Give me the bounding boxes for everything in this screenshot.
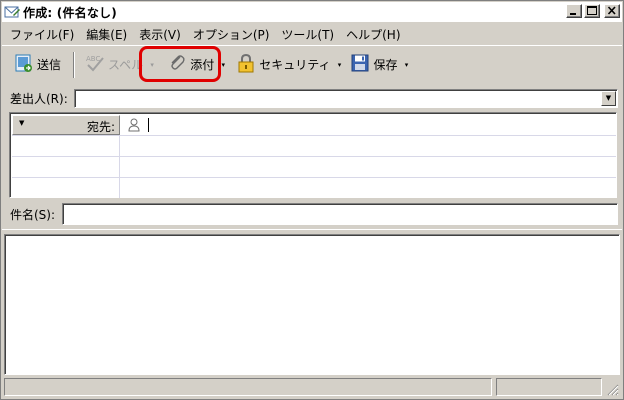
menu-edit[interactable]: 編集(E) [80,24,133,45]
menu-bar: ファイル(F) 編集(E) 表示(V) オプション(P) ツール(T) ヘルプ(… [2,24,622,44]
title-bar[interactable]: 作成: (件名なし) [2,2,622,22]
subject-input[interactable] [62,203,618,225]
minimize-button[interactable] [566,4,582,18]
status-text-pane [4,378,492,396]
maximize-icon [587,6,597,15]
header-body-splitter[interactable] [2,229,622,233]
attach-label: 添付 [190,58,215,72]
recipient-type-cell [12,178,120,198]
menu-file[interactable]: ファイル(F) [6,24,80,45]
maximize-button[interactable] [584,4,600,18]
chevron-down-icon: ▼ [19,119,25,127]
attach-button[interactable]: 添付 [163,50,218,80]
recipient-row: ▼ 宛先: [12,115,616,136]
minimize-icon [570,13,576,15]
from-select[interactable]: ▼ [74,89,618,108]
recipient-type-select[interactable]: ▼ 宛先: [12,115,120,135]
from-dropdown-button[interactable]: ▼ [601,91,616,106]
person-icon [128,118,140,132]
compose-window: 作成: (件名なし) ファイル(F) 編集(E) 表示(V) オプション(P) … [0,0,624,400]
save-label: 保存 [373,58,398,72]
floppy-disk-icon [350,53,370,76]
recipient-row[interactable] [12,157,616,178]
chevron-down-icon: ▼ [605,94,612,102]
menu-view[interactable]: 表示(V) [133,24,187,45]
recipient-input[interactable] [124,115,616,135]
compose-toolbar: 送信 ABC スペル ▾ 添付 ▾ セキュリティ ▾ 保存 ▾ [2,45,622,83]
security-label: セキュリティ [259,58,331,72]
paperclip-icon [167,53,187,76]
security-dropdown[interactable]: ▾ [334,50,344,80]
resize-grip-icon[interactable] [607,384,619,396]
spell-dropdown[interactable]: ▾ [147,50,157,80]
save-button[interactable]: 保存 [346,50,401,80]
recipient-row[interactable] [12,178,616,199]
from-label: 差出人(R): [10,91,68,106]
message-body-editor[interactable] [4,234,620,375]
security-button[interactable]: セキュリティ [232,50,334,80]
recipient-type-label: 宛先: [86,120,115,134]
recipient-table: ▼ 宛先: [9,112,617,198]
spell-check-icon: ABC [85,53,105,76]
subject-row: 件名(S): [2,202,622,226]
send-icon [14,53,34,76]
toolbar-separator [73,51,76,78]
attach-dropdown[interactable]: ▾ [218,50,228,80]
text-caret [148,118,149,132]
recipient-type-cell [12,136,120,156]
spell-label: スペル [108,58,144,72]
from-row: 差出人(R): ▼ [2,87,622,109]
menu-help[interactable]: ヘルプ(H) [340,24,406,45]
send-button[interactable]: 送信 [10,50,65,80]
padlock-icon [236,53,256,76]
subject-label: 件名(S): [10,207,56,222]
status-progress-pane [496,378,602,396]
recipient-row[interactable] [12,136,616,157]
window-title: 作成: (件名なし) [23,5,117,20]
save-dropdown[interactable]: ▾ [402,50,412,80]
status-bar [4,377,620,397]
spell-button[interactable]: ABC スペル [81,50,147,80]
send-label: 送信 [37,58,62,72]
compose-app-icon [4,4,20,20]
close-button[interactable] [604,4,620,18]
menu-tools[interactable]: ツール(T) [275,24,340,45]
recipient-type-cell [12,157,120,177]
menu-options[interactable]: オプション(P) [187,24,276,45]
close-icon [607,6,616,15]
svg-text:ABC: ABC [86,55,100,63]
